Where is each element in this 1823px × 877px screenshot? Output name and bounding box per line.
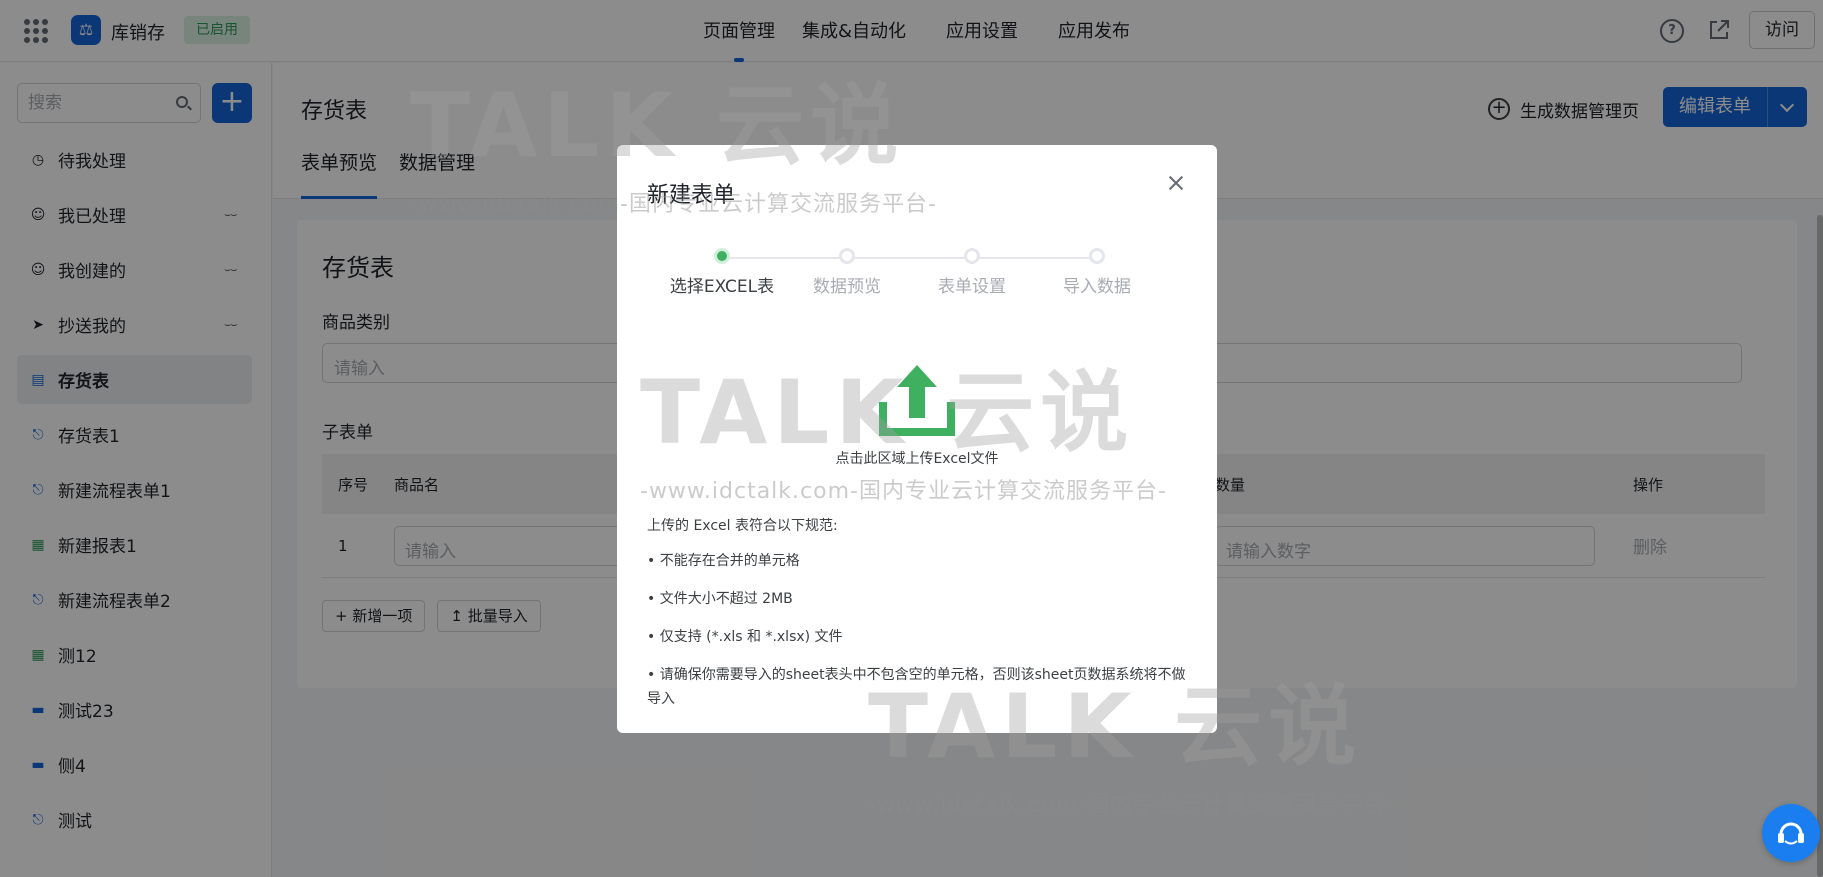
step-4: 导入数据 <box>1032 248 1162 297</box>
new-form-dialog: 新建表单 选择EXCEL表 数据预览 表单设置 导入数据 点击此区域上传Exce… <box>617 145 1217 733</box>
step-2: 数据预览 <box>782 248 912 297</box>
dialog-title: 新建表单 <box>647 183 736 208</box>
headset-icon <box>1778 822 1804 845</box>
step-3: 表单设置 <box>907 248 1037 297</box>
step-label: 数据预览 <box>813 277 881 297</box>
rule-item: • 不能存在合并的单元格 <box>647 553 800 569</box>
upload-area[interactable]: 点击此区域上传Excel文件 <box>757 360 1077 480</box>
rule-item: • 文件大小不超过 2MB <box>647 591 793 607</box>
step-label: 表单设置 <box>938 277 1006 297</box>
upload-icon <box>879 365 955 436</box>
upload-rules: 上传的 Excel 表符合以下规范: • 不能存在合并的单元格 • 文件大小不超… <box>647 515 1192 725</box>
rule-item: • 请确保你需要导入的sheet表头中不包含空的单元格，否则该sheet页数据系… <box>647 667 1186 707</box>
chat-support-button[interactable] <box>1762 804 1820 862</box>
step-dot <box>964 248 980 264</box>
step-1: 选择EXCEL表 <box>657 248 787 297</box>
step-dot <box>714 248 730 264</box>
rules-title: 上传的 Excel 表符合以下规范: <box>647 518 838 534</box>
step-label: 导入数据 <box>1063 277 1131 297</box>
upload-hint: 点击此区域上传Excel文件 <box>835 451 999 467</box>
step-dot <box>1089 248 1105 264</box>
step-indicator: 选择EXCEL表 数据预览 表单设置 导入数据 <box>657 248 1157 308</box>
step-label: 选择EXCEL表 <box>669 277 775 297</box>
close-icon[interactable] <box>1166 173 1186 193</box>
rule-item: • 仅支持 (*.xls 和 *.xlsx) 文件 <box>647 629 843 645</box>
step-dot <box>839 248 855 264</box>
